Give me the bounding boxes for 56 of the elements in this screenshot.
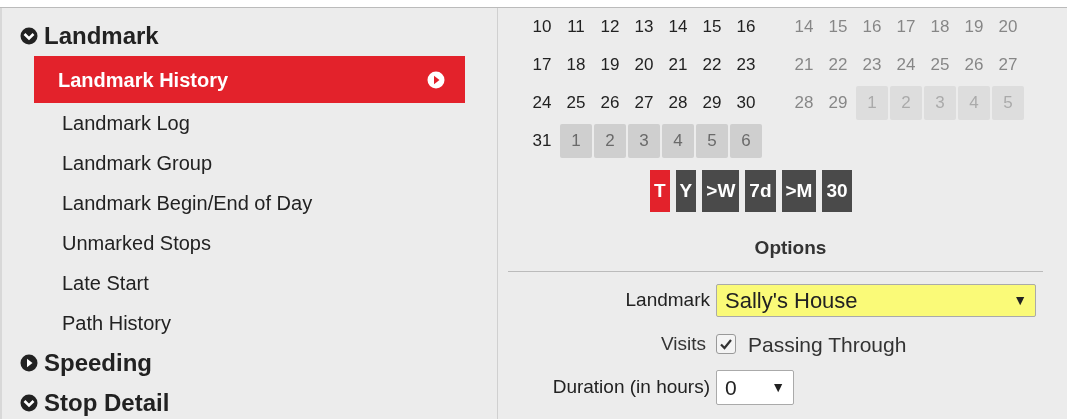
chevron-down-circle-icon bbox=[20, 27, 38, 45]
calendar-day[interactable]: 2 bbox=[594, 124, 626, 158]
calendar-day[interactable]: 25 bbox=[560, 86, 592, 120]
calendar-day[interactable]: 4 bbox=[662, 124, 694, 158]
calendar-day[interactable]: 26 bbox=[594, 86, 626, 120]
calendar-day[interactable]: 5 bbox=[696, 124, 728, 158]
menu-item[interactable]: Landmark Log bbox=[34, 103, 465, 143]
section-header[interactable]: Landmark bbox=[20, 16, 497, 56]
menu-item[interactable]: Unmarked Stops bbox=[34, 223, 465, 263]
quick-range-button[interactable]: >M bbox=[781, 170, 817, 212]
chevron-down-circle-icon bbox=[20, 394, 38, 412]
calendar-day[interactable]: 19 bbox=[594, 48, 626, 82]
quick-range-button[interactable]: T bbox=[650, 170, 670, 212]
calendar-day[interactable]: 10 bbox=[526, 10, 558, 44]
quick-range-button[interactable]: 7d bbox=[745, 170, 776, 212]
duration-select[interactable]: 0 ▼ bbox=[716, 370, 794, 405]
options-heading: Options bbox=[754, 236, 827, 260]
calendar-day[interactable]: 16 bbox=[730, 10, 762, 44]
calendar-day[interactable]: 12 bbox=[594, 10, 626, 44]
calendar-day[interactable]: 29 bbox=[696, 86, 728, 120]
visits-label: Visits bbox=[659, 332, 707, 356]
calendar-day[interactable]: 13 bbox=[628, 10, 660, 44]
landmark-select[interactable]: Sally's House ▼ bbox=[716, 283, 1036, 317]
menu-item[interactable]: Path History bbox=[34, 303, 465, 343]
menu-item[interactable]: Landmark Group bbox=[34, 143, 465, 183]
calendar-day[interactable]: 20 bbox=[628, 48, 660, 82]
quick-range-button[interactable]: Y bbox=[675, 170, 697, 212]
menu-item[interactable]: Landmark History bbox=[34, 56, 465, 103]
section-header[interactable]: Speeding bbox=[20, 343, 497, 383]
calendar-day[interactable]: 14 bbox=[662, 10, 694, 44]
menu-item[interactable]: Landmark Begin/End of Day bbox=[34, 183, 465, 223]
calendar-day[interactable]: 17 bbox=[526, 48, 558, 82]
calendar-day[interactable]: 18 bbox=[560, 48, 592, 82]
quick-range-button[interactable]: 30 bbox=[822, 170, 852, 212]
checkmark-icon bbox=[719, 337, 733, 352]
calendar-day[interactable]: 28 bbox=[662, 86, 694, 120]
calendar-day[interactable]: 6 bbox=[730, 124, 762, 158]
calendar-day[interactable]: 15 bbox=[696, 10, 728, 44]
menu-item[interactable]: Late Start bbox=[34, 263, 465, 303]
calendar-day[interactable]: 24 bbox=[526, 86, 558, 120]
play-circle-icon bbox=[20, 354, 38, 372]
calendar-day[interactable]: 23 bbox=[730, 48, 762, 82]
duration-label: Duration (in hours) bbox=[551, 375, 711, 400]
landmark-label: Landmark bbox=[624, 287, 711, 312]
play-circle-icon bbox=[427, 70, 445, 89]
section-header[interactable]: Stop Detail bbox=[20, 383, 497, 419]
calendar-day[interactable]: 3 bbox=[628, 124, 660, 158]
quick-range-button[interactable]: >W bbox=[702, 170, 740, 212]
passing-through-label: Passing Through bbox=[748, 331, 907, 358]
calendar-day[interactable]: 27 bbox=[628, 86, 660, 120]
calendar-day[interactable]: 22 bbox=[696, 48, 728, 82]
passing-through-checkbox[interactable] bbox=[716, 334, 736, 355]
calendar-day[interactable]: 21 bbox=[662, 48, 694, 82]
calendar-day[interactable]: 30 bbox=[730, 86, 762, 120]
calendar-day[interactable]: 31 bbox=[526, 124, 558, 158]
calendar-day[interactable]: 11 bbox=[560, 10, 592, 44]
